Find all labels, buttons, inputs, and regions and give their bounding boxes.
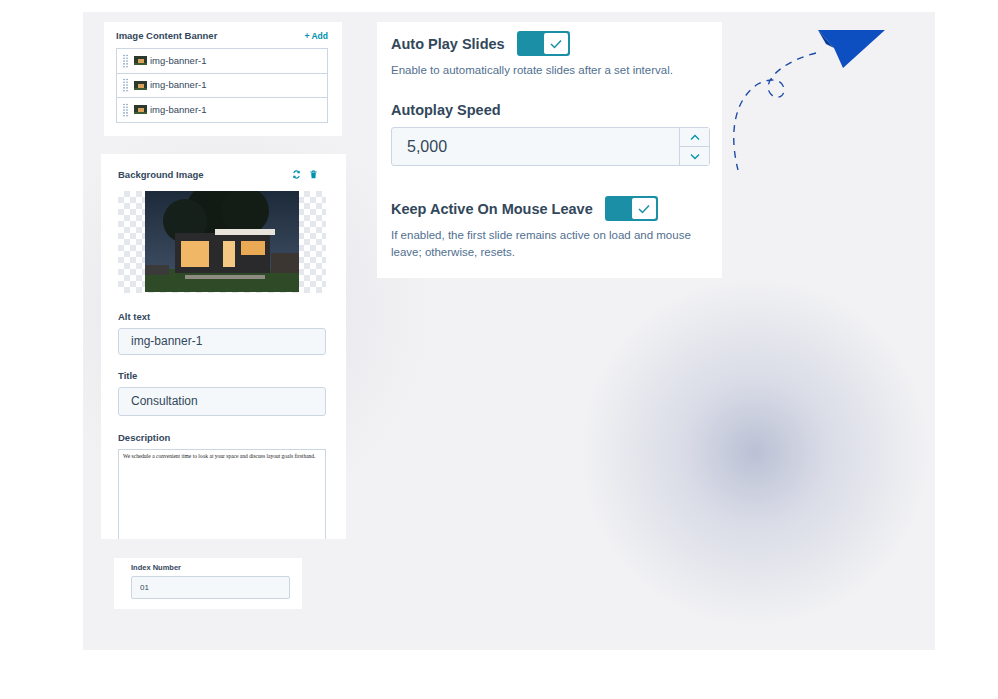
increment-button[interactable] [680,128,709,146]
drag-handle-icon [123,103,128,117]
description-textarea[interactable] [118,449,326,539]
image-thumbnail-icon [134,105,147,114]
alt-text-label: Alt text [118,311,326,323]
keep-active-row: Keep Active On Mouse Leave [391,196,709,221]
banner-list-panel: Image Content Banner + Add img-banner-1i… [104,22,342,136]
alt-text-input[interactable] [118,328,326,355]
trash-icon[interactable] [309,170,318,179]
left-column: Image Content Banner + Add img-banner-1i… [101,22,346,609]
autoplay-speed-label: Autoplay Speed [391,101,709,119]
check-icon [638,204,650,214]
auto-play-row: Auto Play Slides [391,31,709,56]
banner-list-item[interactable]: img-banner-1 [117,49,327,74]
drag-handle-icon [123,54,128,68]
banner-list: img-banner-1 img-banner-1 img-banner-1 [116,48,328,123]
banner-list-header: Image Content Banner + Add [116,30,328,42]
image-preview[interactable] [118,191,326,293]
keep-active-label: Keep Active On Mouse Leave [391,200,593,218]
banner-list-item[interactable]: img-banner-1 [117,74,327,99]
toggle-knob [632,198,656,219]
replace-icon[interactable] [292,170,301,179]
description-label: Description [118,432,326,444]
spinner [679,128,709,165]
add-button[interactable]: + Add [304,30,328,42]
image-actions [292,170,326,179]
background-image-panel: Background Image [101,154,346,539]
slider-settings-panel: Auto Play Slides Enable to automatically… [377,22,722,278]
auto-play-help: Enable to automatically rotate slides af… [391,62,709,79]
banner-list-item[interactable]: img-banner-1 [117,98,327,123]
auto-play-toggle[interactable] [517,31,570,56]
keep-active-help: If enabled, the first slide remains acti… [391,227,709,261]
chevron-up-icon [690,134,700,141]
chevron-down-icon [690,153,700,160]
paper-plane-icon [728,20,893,170]
banner-list-title: Image Content Banner [116,30,217,42]
autoplay-speed-field [391,127,710,166]
banner-item-label: img-banner-1 [150,103,207,117]
image-thumbnail-icon [134,56,147,65]
drag-handle-icon [123,78,128,92]
title-input[interactable] [118,387,326,416]
background-image-header: Background Image [118,169,326,181]
index-number-label: Index Number [131,563,290,573]
canvas: Image Content Banner + Add img-banner-1i… [83,12,935,650]
decrement-button[interactable] [680,146,709,165]
banner-item-label: img-banner-1 [150,54,207,68]
background-image-title: Background Image [118,169,204,181]
index-number-panel: Index Number [114,558,302,609]
auto-play-label: Auto Play Slides [391,35,505,53]
image-thumbnail-icon [134,81,147,90]
title-label: Title [118,370,326,382]
autoplay-speed-input[interactable] [392,128,679,165]
index-number-input[interactable] [131,576,290,599]
check-icon [550,39,562,49]
house-photo [145,191,299,292]
keep-active-toggle[interactable] [605,196,658,221]
toggle-knob [544,33,568,54]
banner-item-label: img-banner-1 [150,78,207,92]
